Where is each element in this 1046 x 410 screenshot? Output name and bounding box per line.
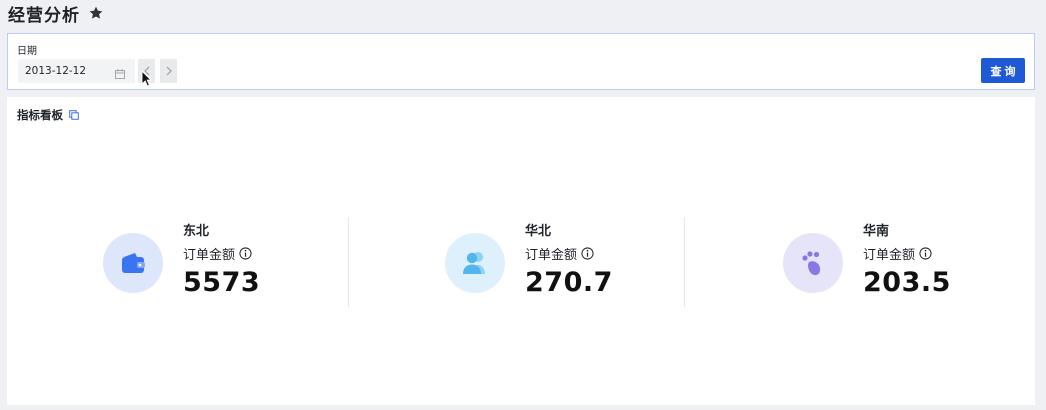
mouse-cursor-icon <box>141 70 153 87</box>
info-icon[interactable] <box>581 247 594 260</box>
kpi-row: 东北 订单金额 5573 华北 订单金额 270.7 华南 订单金额 203.5 <box>7 217 1035 307</box>
star-icon[interactable] <box>88 5 104 21</box>
page-title: 经营分析 <box>8 5 80 26</box>
wallet-icon <box>122 253 145 273</box>
kpi-region: 华南 <box>863 224 890 239</box>
kpi-board: 指标看板 东北 订单金额 5573 华北 订单金额 270.7 华南 订单金额 … <box>7 97 1035 405</box>
kpi-card-north: 华北 订单金额 270.7 <box>349 217 684 307</box>
kpi-metric-label: 订单金额 <box>525 244 594 263</box>
kpi-divider <box>684 217 685 307</box>
users-icon <box>463 252 485 274</box>
calendar-icon[interactable] <box>114 65 126 79</box>
date-value[interactable]: 2013-12-12 <box>25 65 105 77</box>
next-date-button[interactable] <box>160 59 177 83</box>
kpi-value: 270.7 <box>525 267 613 298</box>
kpi-card-south: 华南 订单金额 203.5 <box>687 217 1022 307</box>
board-title: 指标看板 <box>17 108 63 122</box>
kpi-region: 华北 <box>525 224 552 239</box>
kpi-metric-text: 订单金额 <box>863 248 916 263</box>
copy-icon[interactable] <box>69 110 79 120</box>
date-label: 日期 <box>17 46 37 57</box>
kpi-icon-circle <box>103 233 163 293</box>
kpi-card-northeast: 东北 订单金额 5573 <box>7 217 342 307</box>
info-icon[interactable] <box>239 247 252 260</box>
kpi-metric-label: 订单金额 <box>183 244 252 263</box>
kpi-value: 5573 <box>183 267 261 298</box>
kpi-value: 203.5 <box>863 267 951 298</box>
query-button[interactable]: 查询 <box>981 58 1025 83</box>
kpi-icon-circle <box>445 233 505 293</box>
filter-panel: 日期 2013-12-12 查询 <box>7 33 1035 90</box>
kpi-metric-text: 订单金额 <box>525 248 578 263</box>
board-header: 指标看板 <box>17 107 79 123</box>
page-header: 经营分析 <box>8 0 104 26</box>
info-icon[interactable] <box>919 247 932 260</box>
kpi-icon-circle <box>783 233 843 293</box>
chevron-right-icon <box>166 66 172 76</box>
date-picker-input[interactable]: 2013-12-12 <box>18 59 135 83</box>
paw-icon <box>802 251 821 276</box>
kpi-region: 东北 <box>183 224 210 239</box>
kpi-metric-text: 订单金额 <box>183 248 236 263</box>
kpi-metric-label: 订单金额 <box>863 244 932 263</box>
